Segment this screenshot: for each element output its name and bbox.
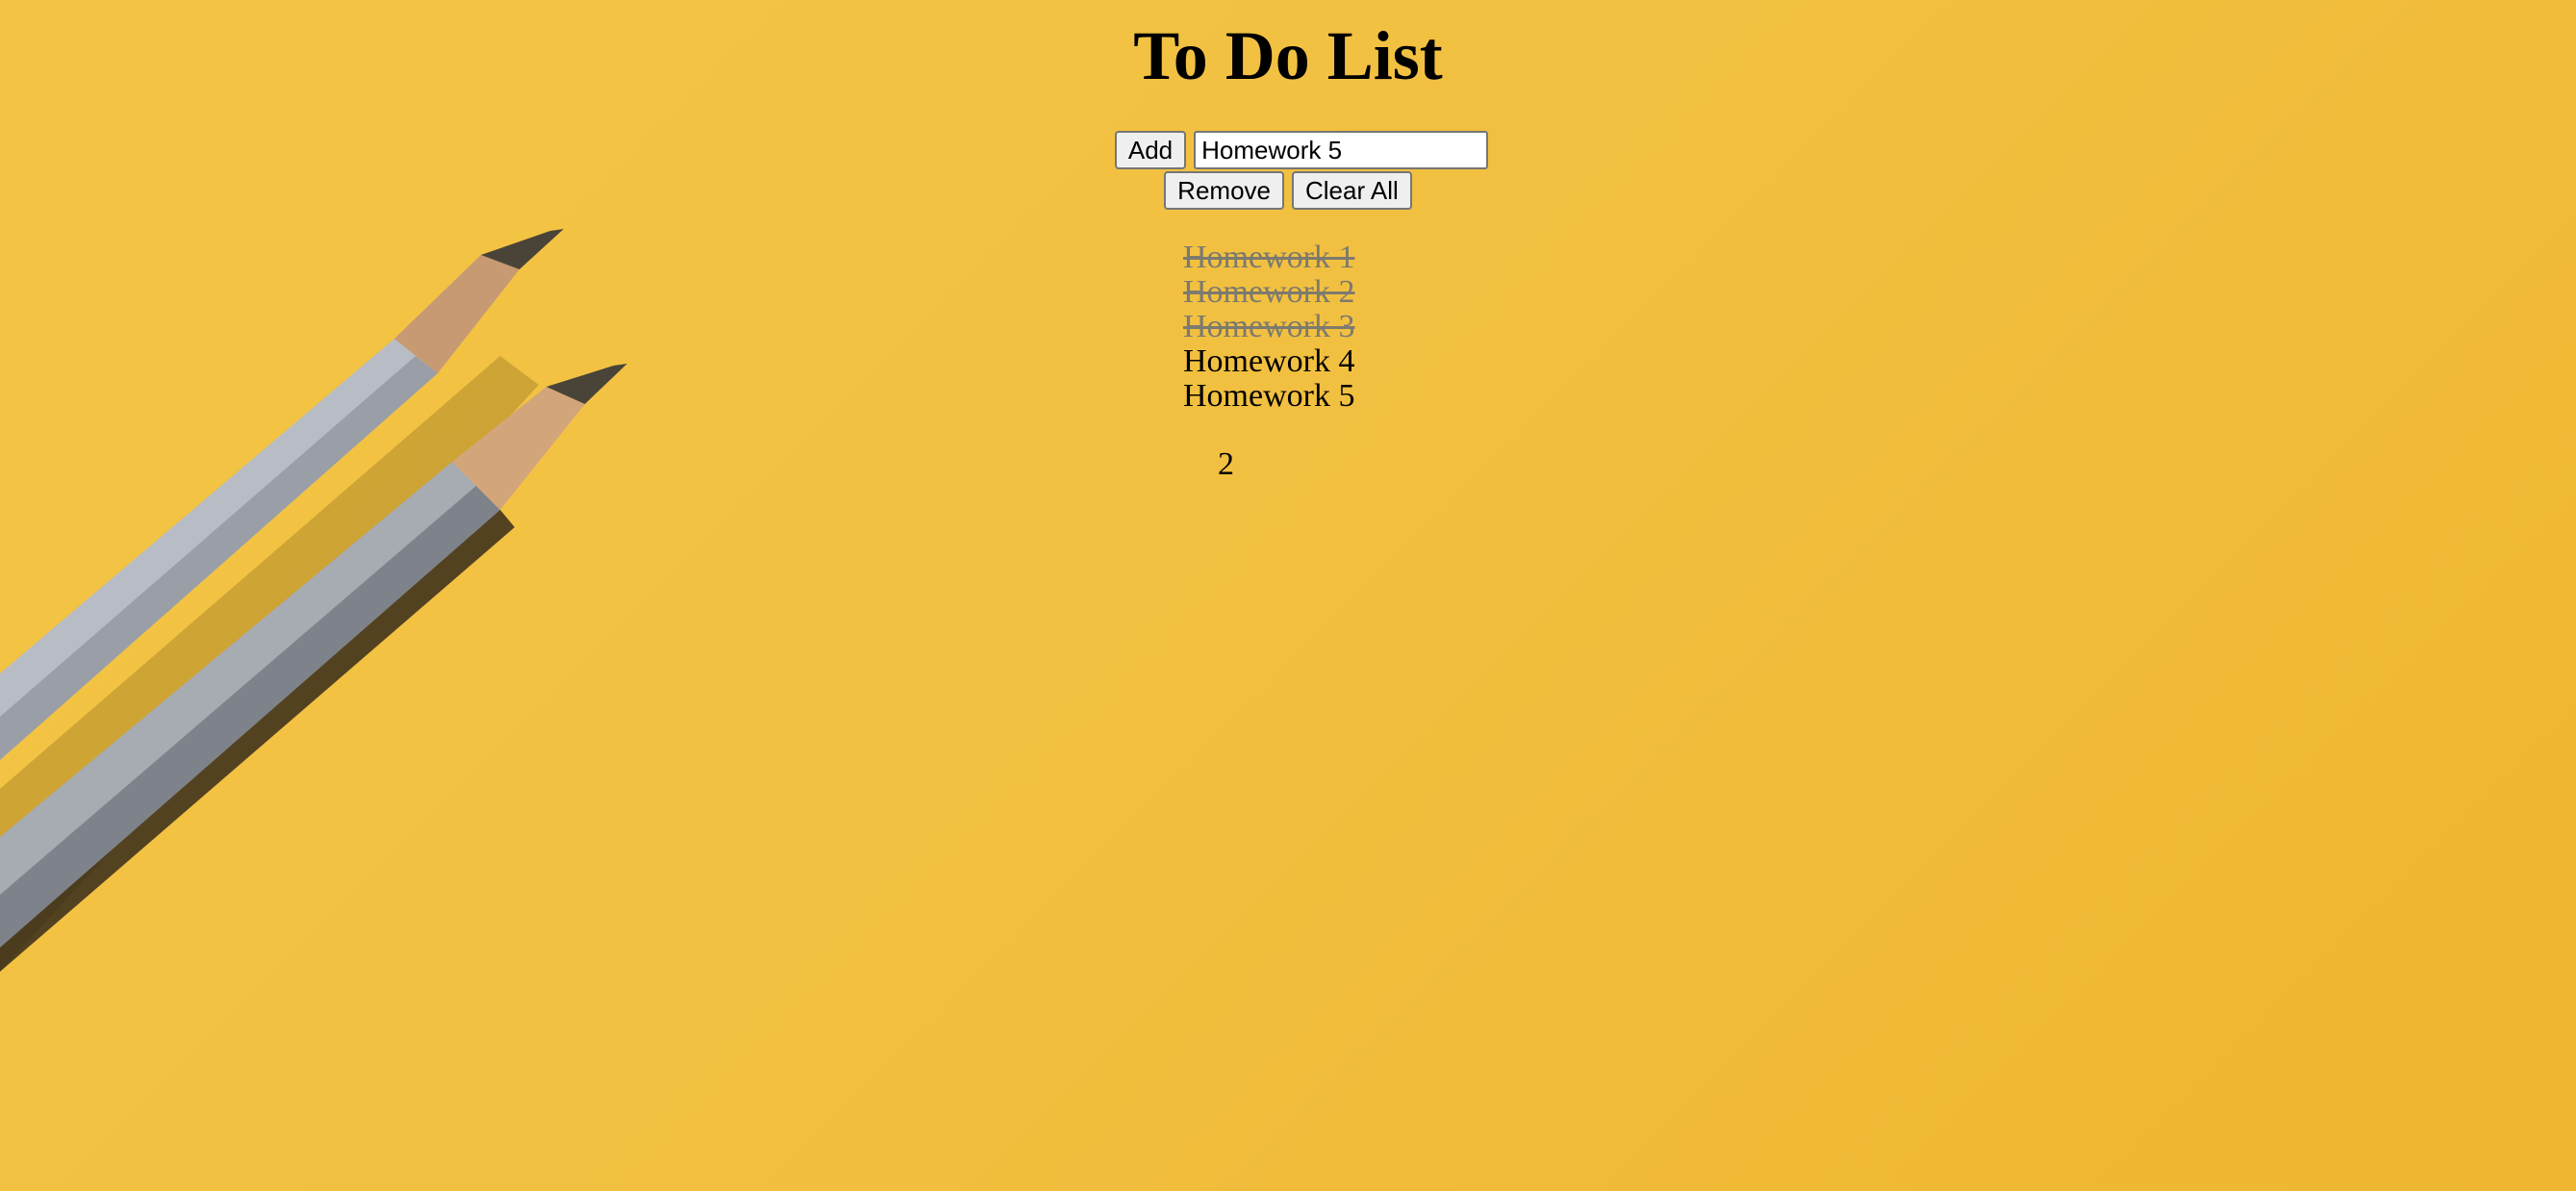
remaining-count: 2 (1218, 446, 1234, 482)
add-row: Add (0, 131, 2576, 169)
page-title: To Do List (1133, 17, 1443, 94)
todo-app: To Do List Add Remove Clear All (0, 0, 2576, 210)
clear-all-button[interactable]: Clear All (1292, 171, 1412, 210)
action-row: Remove Clear All (0, 171, 2576, 210)
list-item[interactable]: Homework 2 (1183, 275, 1354, 310)
list-item[interactable]: Homework 3 (1183, 310, 1354, 344)
list-item[interactable]: Homework 1 (1183, 241, 1354, 275)
remove-button[interactable]: Remove (1164, 171, 1284, 210)
task-list: Homework 1 Homework 2 Homework 3 Homewor… (1183, 241, 1354, 414)
list-item[interactable]: Homework 4 (1183, 344, 1354, 379)
add-button[interactable]: Add (1114, 131, 1187, 169)
task-input[interactable] (1194, 131, 1489, 169)
list-item[interactable]: Homework 5 (1183, 379, 1354, 414)
